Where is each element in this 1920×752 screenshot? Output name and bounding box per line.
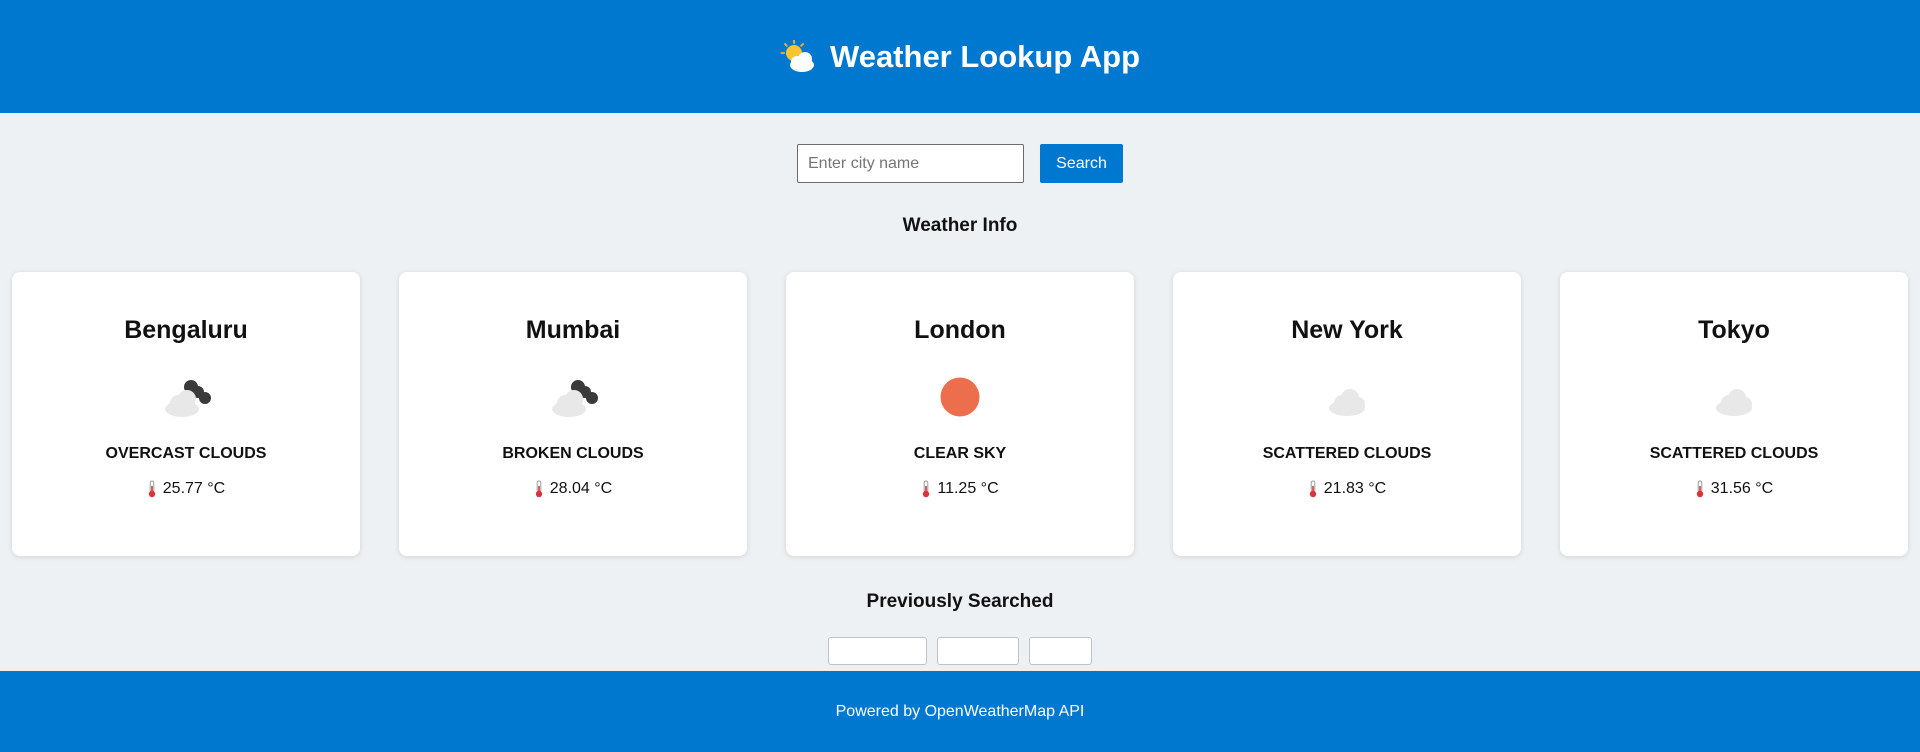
- temperature-value: 11.25 °C: [937, 480, 999, 497]
- weather-info-title: Weather Info: [902, 215, 1018, 236]
- card-temperature: 11.25 °C: [921, 480, 999, 498]
- search-button[interactable]: Search: [1040, 144, 1123, 183]
- weather-card: Mumbai broken clouds 28.04 °C: [399, 272, 747, 556]
- card-temperature: 28.04 °C: [534, 480, 612, 498]
- history-item[interactable]: [937, 637, 1019, 665]
- card-description: clear sky: [913, 445, 1007, 462]
- temperature-value: 31.56 °C: [1710, 480, 1774, 497]
- broken-clouds-icon: [543, 375, 603, 419]
- history-title: Previously Searched: [866, 591, 1054, 612]
- card-description: scattered clouds: [1262, 445, 1432, 462]
- weather-cards: Bengaluru overcast clouds 25.77 °C Mumba…: [12, 272, 1908, 556]
- thermometer-icon: [534, 480, 544, 498]
- history-item[interactable]: [828, 637, 927, 665]
- history-item[interactable]: [1029, 637, 1092, 665]
- card-city-name: New York: [1291, 316, 1403, 344]
- app-footer: Powered by OpenWeatherMap API: [0, 671, 1920, 752]
- card-description: broken clouds: [502, 445, 644, 462]
- thermometer-icon: [921, 480, 931, 498]
- card-temperature: 21.83 °C: [1308, 480, 1386, 498]
- card-city-name: Tokyo: [1698, 316, 1770, 344]
- temperature-value: 25.77 °C: [162, 480, 226, 497]
- card-city-name: London: [914, 316, 1006, 344]
- sun-behind-cloud-icon: [780, 39, 818, 74]
- weather-card: New York scattered clouds 21.83 °C: [1173, 272, 1521, 556]
- temperature-value: 21.83 °C: [1323, 480, 1387, 497]
- card-description: overcast clouds: [105, 445, 267, 462]
- clear-sky-icon: [930, 375, 990, 419]
- weather-card: Bengaluru overcast clouds 25.77 °C: [12, 272, 360, 556]
- card-temperature: 31.56 °C: [1695, 480, 1773, 498]
- page-title-text: Weather Lookup App: [830, 38, 1140, 74]
- scattered-clouds-icon: [1704, 375, 1764, 419]
- app-header: Weather Lookup App: [0, 0, 1920, 113]
- footer-text: Powered by OpenWeatherMap API: [835, 702, 1085, 720]
- search-bar: Search: [0, 144, 1920, 183]
- search-input[interactable]: [797, 144, 1024, 183]
- weather-card: London clear sky 11.25 °C: [786, 272, 1134, 556]
- thermometer-icon: [147, 480, 157, 498]
- weather-card: Tokyo scattered clouds 31.56 °C: [1560, 272, 1908, 556]
- card-description: scattered clouds: [1649, 445, 1819, 462]
- card-temperature: 25.77 °C: [147, 480, 225, 498]
- overcast-clouds-icon: [156, 375, 216, 419]
- card-city-name: Mumbai: [525, 316, 621, 344]
- history-list: [0, 637, 1920, 665]
- thermometer-icon: [1695, 480, 1705, 498]
- temperature-value: 28.04 °C: [549, 480, 613, 497]
- page-title: Weather Lookup App: [780, 39, 1140, 75]
- scattered-clouds-icon: [1317, 375, 1377, 419]
- thermometer-icon: [1308, 480, 1318, 498]
- card-city-name: Bengaluru: [124, 316, 248, 344]
